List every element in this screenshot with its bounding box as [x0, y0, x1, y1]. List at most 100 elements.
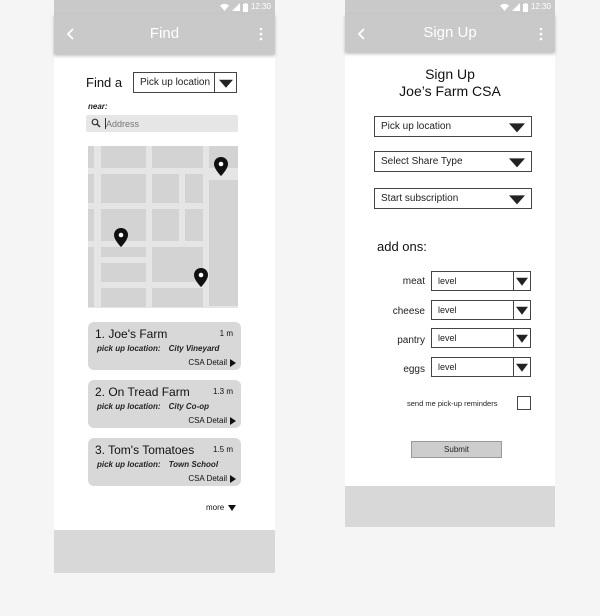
dropdown-toggle[interactable] [214, 73, 236, 92]
chevron-down-icon [509, 122, 525, 132]
pickup-location-select[interactable]: Pick up location [374, 116, 532, 137]
overflow-menu-icon[interactable] [259, 27, 263, 41]
csa-detail-link[interactable]: CSA Detail [188, 474, 236, 483]
csa-detail-link[interactable]: CSA Detail [188, 358, 236, 367]
signal-icon [231, 3, 240, 11]
find-type-select[interactable]: Pick up location [133, 72, 237, 93]
result-card[interactable]: 2. On Tread Farm 1.3 m pick up location:… [88, 380, 241, 428]
addons-heading: add ons: [377, 239, 427, 254]
map-block [152, 288, 203, 307]
map-block [152, 146, 203, 168]
map-block [101, 288, 146, 307]
map-block [209, 186, 238, 306]
start-subscription-select[interactable]: Start subscription [374, 188, 532, 209]
addon-pantry-select[interactable]: level [431, 328, 531, 348]
more-button[interactable]: more [206, 503, 237, 512]
addon-cheese-select[interactable]: level [431, 300, 531, 320]
map-pin-icon[interactable] [214, 157, 228, 176]
map-block [152, 174, 179, 203]
select-value: level [438, 362, 457, 372]
battery-icon [242, 2, 248, 12]
result-card[interactable]: 3. Tom's Tomatoes 1.5 m pick up location… [88, 438, 241, 486]
wifi-icon [499, 3, 509, 11]
select-value: level [438, 276, 457, 286]
csa-detail-label: CSA Detail [188, 416, 227, 425]
csa-detail-label: CSA Detail [188, 474, 227, 483]
result-location: pick up location: City Co-op [97, 402, 209, 411]
app-bar: Find [54, 14, 275, 54]
signup-screen: 12:30 Sign Up Sign Up Joe’s Farm CSA Pic… [345, 0, 555, 527]
signup-heading-line2: Joe’s Farm CSA [399, 83, 501, 99]
footer-bar [345, 486, 555, 527]
text-caret [105, 118, 106, 129]
map-block [152, 209, 179, 241]
map-pin-icon[interactable] [114, 228, 128, 247]
page-title: Sign Up [423, 24, 477, 41]
signal-icon [511, 3, 520, 11]
dropdown-toggle[interactable] [513, 272, 530, 290]
dropdown-toggle[interactable] [503, 189, 531, 208]
location-value: City Co-op [168, 402, 209, 411]
battery-icon [522, 2, 528, 12]
result-distance: 1.5 m [212, 445, 233, 454]
chevron-down-icon [516, 306, 528, 315]
status-time: 12:30 [250, 2, 271, 11]
result-title: 3. Tom's Tomatoes [95, 443, 195, 457]
search-icon [91, 118, 101, 128]
chevron-down-icon [509, 194, 525, 204]
signup-heading: Sign Up Joe’s Farm CSA [345, 66, 555, 100]
select-value: Select Share Type [381, 156, 463, 167]
map-block [88, 174, 94, 203]
address-search[interactable] [86, 115, 238, 132]
addon-label-cheese: cheese [392, 306, 425, 317]
map-block [185, 209, 203, 241]
dropdown-toggle[interactable] [503, 117, 531, 136]
dropdown-toggle[interactable] [503, 152, 531, 171]
chevron-down-icon [516, 334, 528, 343]
map-block [88, 146, 94, 168]
location-value: City Vineyard [168, 344, 220, 353]
result-card[interactable]: 1. Joe's Farm 1 m pick up location: City … [88, 322, 241, 370]
reminder-label: send me pick-up reminders [407, 399, 498, 408]
select-value: Pick up location [381, 121, 452, 132]
app-bar: Sign Up [345, 14, 555, 52]
dropdown-toggle[interactable] [513, 358, 530, 376]
footer-bar [54, 530, 275, 573]
dropdown-toggle[interactable] [513, 329, 530, 347]
addon-meat-select[interactable]: level [431, 271, 531, 291]
location-label: pick up location: [97, 460, 161, 469]
chevron-right-icon [230, 358, 236, 367]
location-value: Town School [168, 460, 219, 469]
map-block [88, 209, 94, 241]
map-block [88, 247, 94, 307]
chevron-down-icon [516, 363, 528, 372]
more-label: more [206, 503, 225, 512]
address-input[interactable] [104, 115, 234, 132]
overflow-menu-icon[interactable] [539, 27, 543, 41]
share-type-select[interactable]: Select Share Type [374, 151, 532, 172]
chevron-down-icon [509, 157, 525, 167]
csa-detail-label: CSA Detail [188, 358, 227, 367]
map-block [101, 263, 146, 282]
chevron-down-icon [218, 79, 233, 88]
location-label: pick up location: [97, 344, 161, 353]
dropdown-toggle[interactable] [513, 301, 530, 319]
chevron-down-icon [516, 277, 528, 286]
map-block [101, 247, 146, 257]
map[interactable] [88, 146, 238, 308]
addon-eggs-select[interactable]: level [431, 357, 531, 377]
map-pin-icon[interactable] [194, 268, 208, 287]
status-bar: 12:30 [54, 0, 275, 14]
csa-detail-link[interactable]: CSA Detail [188, 416, 236, 425]
page-title: Find [149, 25, 180, 42]
find-label: Find a [86, 75, 123, 90]
map-block [101, 146, 146, 168]
addon-label-meat: meat [402, 276, 425, 287]
find-screen: 12:30 Find Find a Pick up location near: [54, 0, 275, 573]
chevron-right-icon [230, 416, 236, 425]
submit-button[interactable]: Submit [411, 441, 502, 458]
addon-label-eggs: eggs [403, 364, 425, 375]
location-label: pick up location: [97, 402, 161, 411]
result-distance: 1 m [219, 329, 233, 338]
reminder-checkbox[interactable] [517, 396, 531, 410]
